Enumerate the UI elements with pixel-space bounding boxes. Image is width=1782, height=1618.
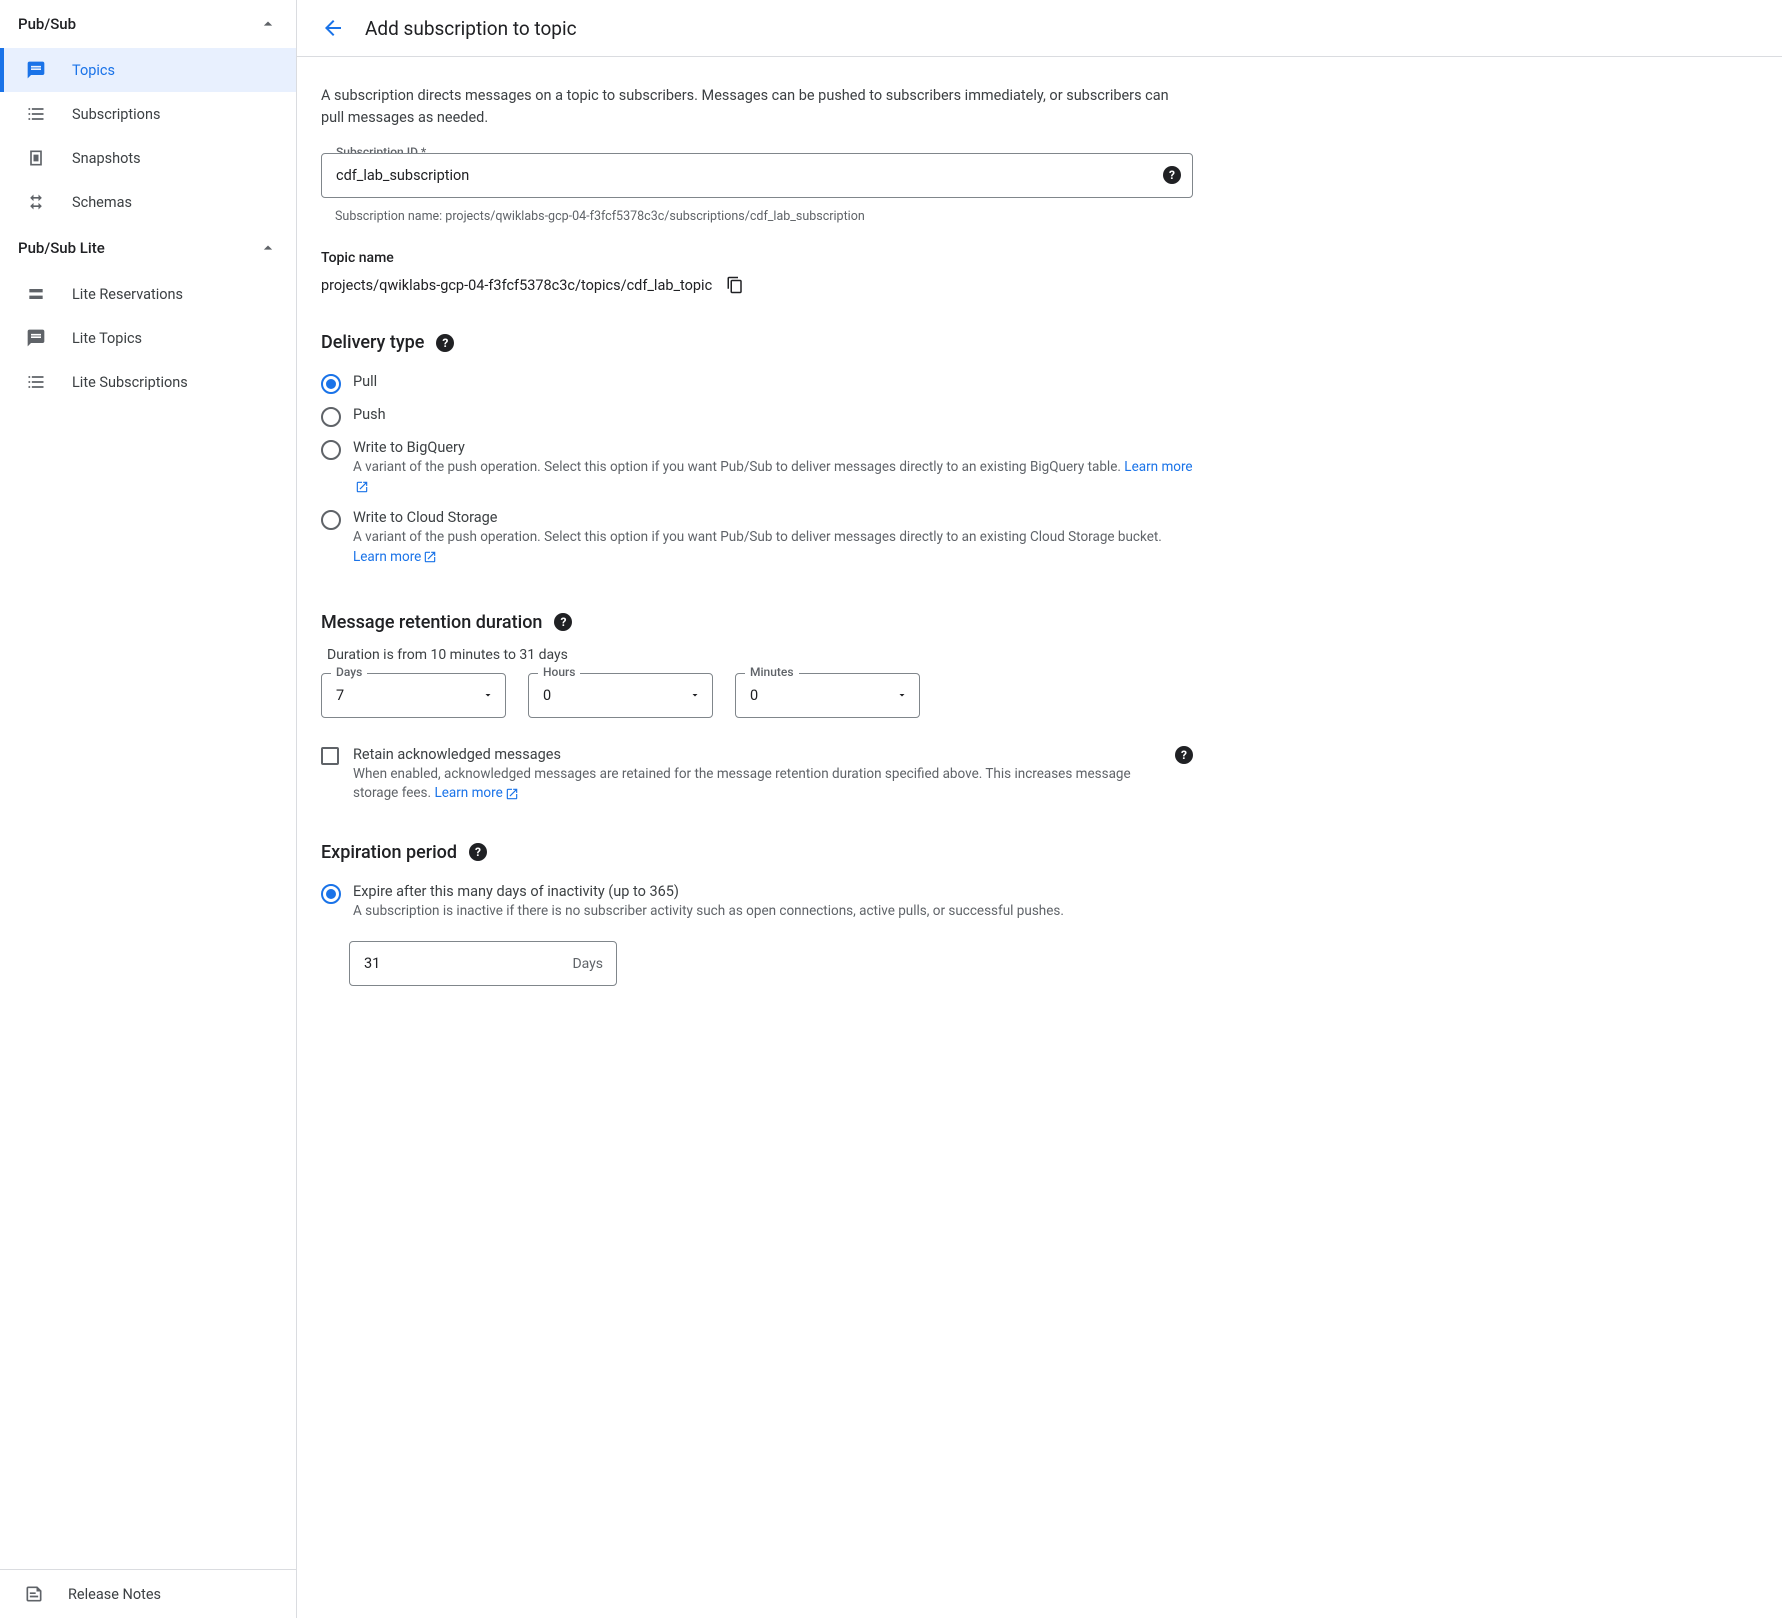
hours-select[interactable]	[528, 673, 713, 718]
schema-icon	[24, 190, 48, 214]
notes-icon	[24, 1584, 44, 1604]
copy-icon[interactable]	[726, 276, 744, 294]
help-icon[interactable]: ?	[554, 613, 572, 631]
radio-cloud-storage[interactable]	[321, 510, 341, 530]
radio-label: Expire after this many days of inactivit…	[353, 883, 1193, 900]
radio-bigquery[interactable]	[321, 440, 341, 460]
nav-label: Lite Subscriptions	[72, 374, 188, 391]
nav-label: Schemas	[72, 194, 132, 211]
topic-icon	[24, 58, 48, 82]
retain-ack-checkbox[interactable]	[321, 747, 339, 765]
days-label: Days	[331, 665, 367, 679]
retention-heading: Message retention duration	[321, 612, 542, 633]
main-content: Add subscription to topic A subscription…	[297, 0, 1782, 1618]
sidebar-item-schemas[interactable]: Schemas	[0, 180, 296, 224]
sidebar: Pub/Sub Topics Subscriptions Snapshots	[0, 0, 297, 1618]
learn-more-link[interactable]: Learn more	[353, 549, 437, 565]
minutes-label: Minutes	[745, 665, 799, 679]
sidebar-item-subscriptions[interactable]: Subscriptions	[0, 92, 296, 136]
sidebar-item-snapshots[interactable]: Snapshots	[0, 136, 296, 180]
list-icon	[24, 102, 48, 126]
reservations-icon	[24, 282, 48, 306]
release-notes-link[interactable]: Release Notes	[0, 1569, 296, 1618]
sidebar-item-lite-subscriptions[interactable]: Lite Subscriptions	[0, 360, 296, 404]
hours-label: Hours	[538, 665, 580, 679]
learn-more-link[interactable]: Learn more	[434, 785, 518, 801]
topic-name-value: projects/qwiklabs-gcp-04-f3fcf5378c3c/to…	[321, 277, 712, 294]
sidebar-item-lite-reservations[interactable]: Lite Reservations	[0, 272, 296, 316]
minutes-select[interactable]	[735, 673, 920, 718]
radio-label: Push	[353, 406, 1193, 423]
radio-desc: A variant of the push operation. Select …	[353, 458, 1193, 497]
page-title: Add subscription to topic	[365, 17, 577, 40]
section-title: Pub/Sub	[18, 15, 76, 33]
radio-label: Pull	[353, 373, 1193, 390]
nav-label: Snapshots	[72, 150, 141, 167]
page-description: A subscription directs messages on a top…	[321, 85, 1193, 129]
back-arrow-icon[interactable]	[321, 16, 345, 40]
snapshot-icon	[24, 146, 48, 170]
external-link-icon	[423, 550, 437, 564]
sidebar-item-lite-topics[interactable]: Lite Topics	[0, 316, 296, 360]
topic-name-label: Topic name	[321, 250, 1193, 266]
radio-desc: A variant of the push operation. Select …	[353, 528, 1193, 567]
radio-label: Write to Cloud Storage	[353, 509, 1193, 526]
subscription-id-input[interactable]	[321, 153, 1193, 198]
retain-ack-desc: When enabled, acknowledged messages are …	[353, 765, 1163, 804]
delivery-heading: Delivery type	[321, 332, 424, 353]
retention-hint: Duration is from 10 minutes to 31 days	[327, 647, 1193, 663]
list-icon	[24, 370, 48, 394]
days-select[interactable]	[321, 673, 506, 718]
radio-pull[interactable]	[321, 374, 341, 394]
expiration-suffix: Days	[572, 956, 603, 972]
help-icon[interactable]: ?	[436, 334, 454, 352]
topbar: Add subscription to topic	[297, 0, 1782, 57]
section-header-pubsub-lite[interactable]: Pub/Sub Lite	[0, 224, 296, 272]
nav-label: Subscriptions	[72, 106, 160, 123]
external-link-icon	[355, 480, 369, 494]
chevron-up-icon	[258, 14, 278, 34]
radio-label: Write to BigQuery	[353, 439, 1193, 456]
sidebar-item-topics[interactable]: Topics	[0, 48, 296, 92]
nav-label: Lite Reservations	[72, 286, 183, 303]
help-icon[interactable]: ?	[1163, 166, 1181, 184]
nav-label: Lite Topics	[72, 330, 142, 347]
release-notes-label: Release Notes	[68, 1586, 161, 1603]
retain-ack-label: Retain acknowledged messages	[353, 746, 1163, 763]
section-title: Pub/Sub Lite	[18, 239, 105, 257]
topic-icon	[24, 326, 48, 350]
expiration-heading: Expiration period	[321, 842, 457, 863]
radio-expire-inactivity[interactable]	[321, 884, 341, 904]
chevron-up-icon	[258, 238, 278, 258]
radio-push[interactable]	[321, 407, 341, 427]
radio-desc: A subscription is inactive if there is n…	[353, 902, 1193, 922]
help-icon[interactable]: ?	[1175, 746, 1193, 764]
section-header-pubsub[interactable]: Pub/Sub	[0, 0, 296, 48]
subscription-id-helper: Subscription name: projects/qwiklabs-gcp…	[321, 202, 1193, 227]
external-link-icon	[505, 787, 519, 801]
nav-label: Topics	[72, 62, 115, 79]
help-icon[interactable]: ?	[469, 843, 487, 861]
